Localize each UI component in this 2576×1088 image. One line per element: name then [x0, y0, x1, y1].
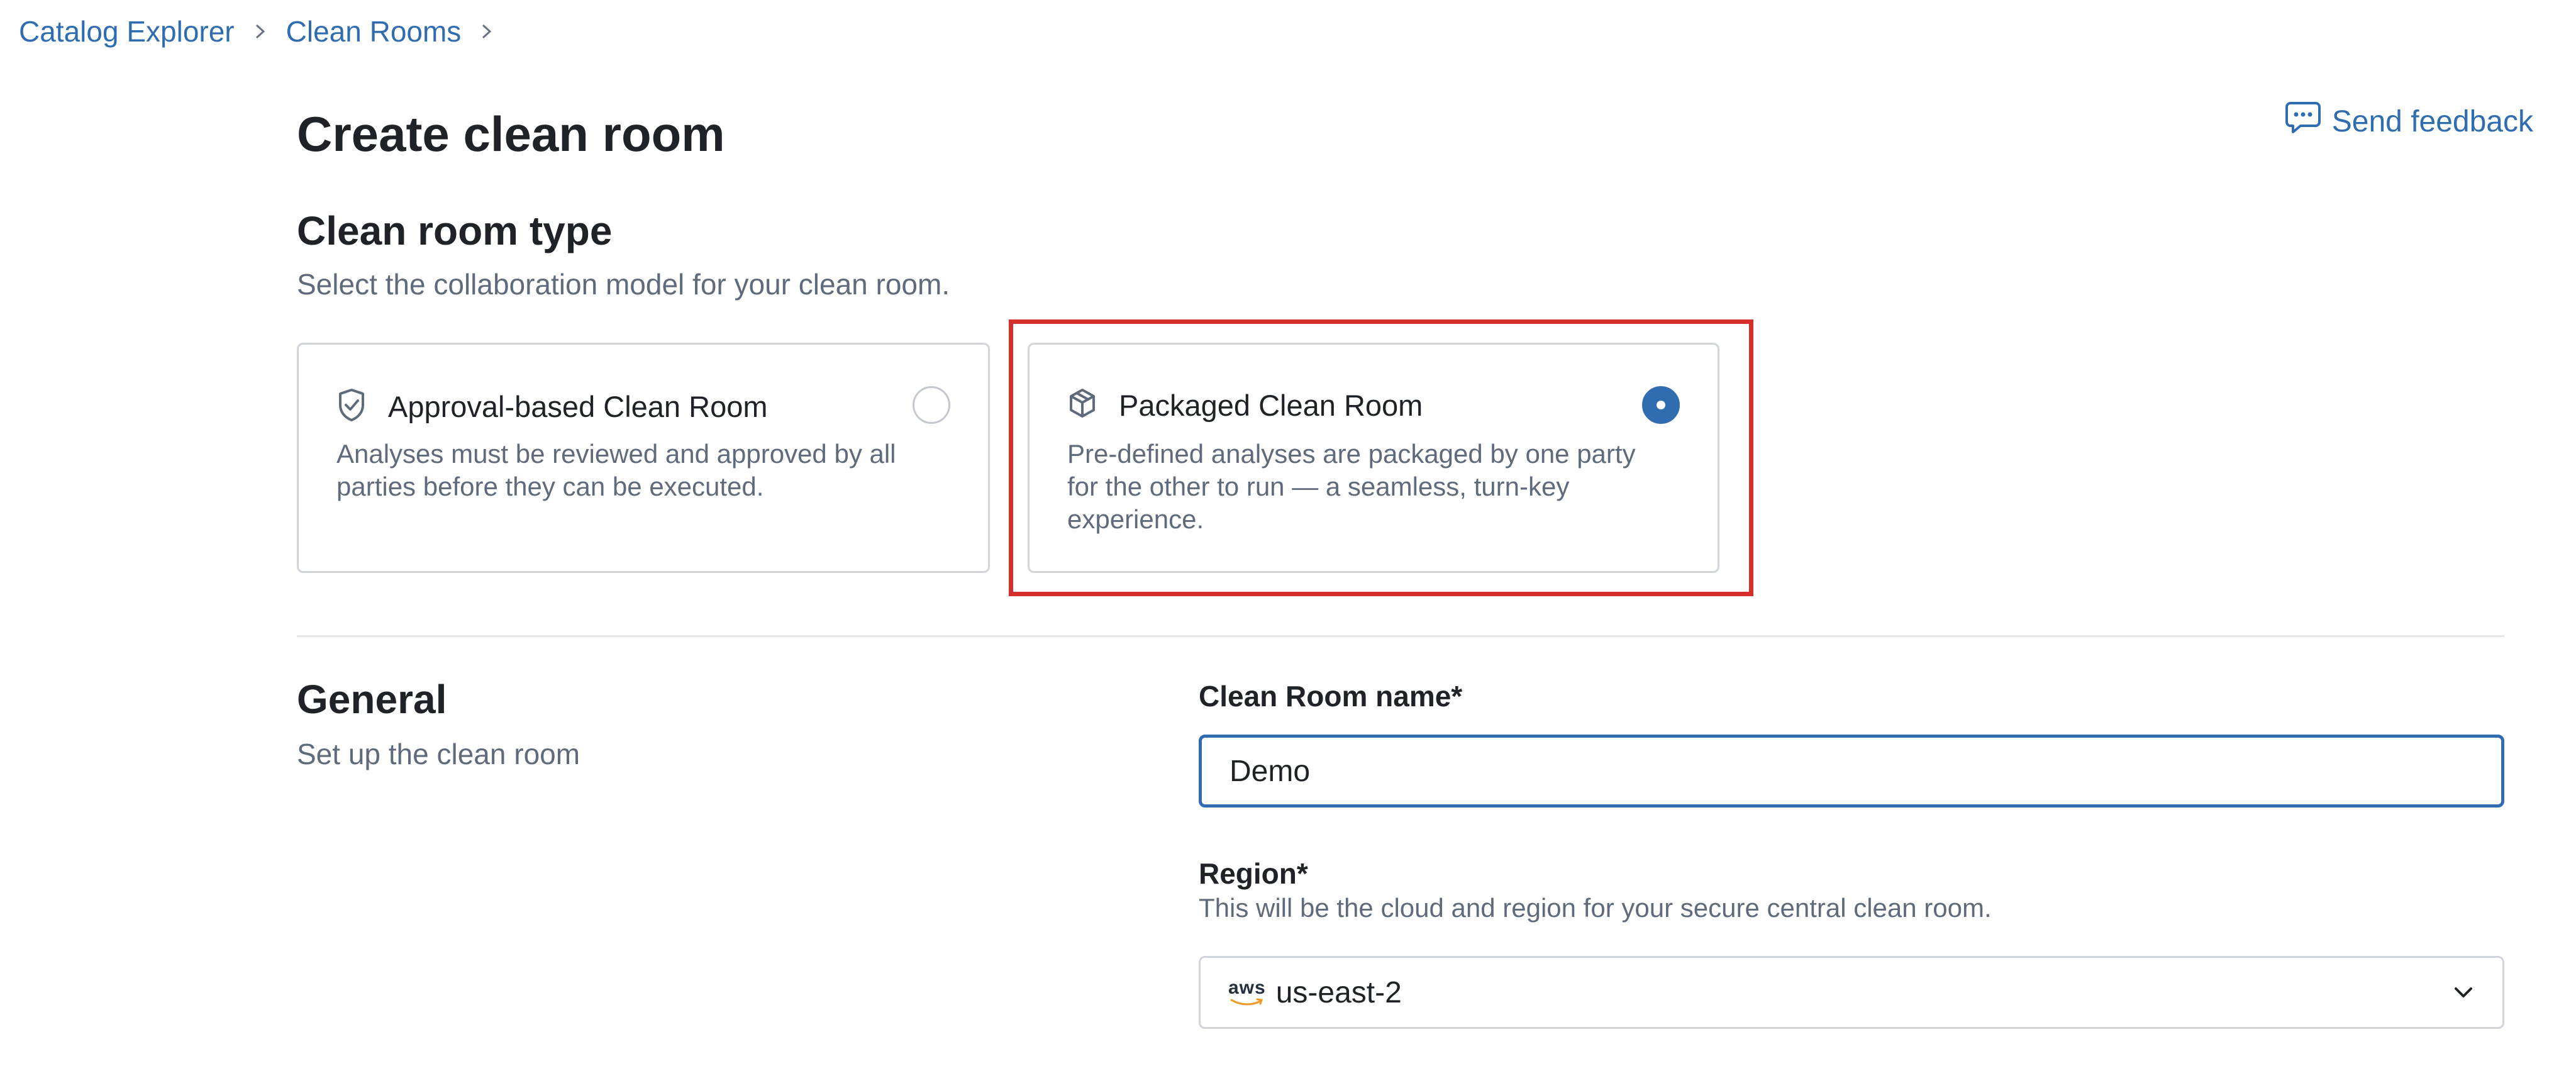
- chevron-down-icon: [2452, 985, 2475, 1000]
- packaged-radio[interactable]: [1642, 386, 1680, 424]
- packaged-option-description: Pre-defined analyses are packaged by one…: [1067, 439, 1636, 534]
- send-feedback-link[interactable]: Send feedback: [2284, 99, 2533, 143]
- approval-based-option-card[interactable]: Approval-based Clean Room Analyses must …: [297, 343, 990, 573]
- create-clean-room-page: Catalog Explorer Clean Rooms Send feedba…: [0, 0, 2576, 1088]
- chevron-right-icon: [480, 23, 494, 40]
- shield-check-icon: [336, 387, 367, 426]
- approval-based-radio[interactable]: [913, 386, 950, 424]
- region-select[interactable]: aws us-east-2: [1199, 956, 2504, 1029]
- chevron-right-icon: [253, 23, 267, 40]
- packaged-option-title: Packaged Clean Room: [1119, 389, 1423, 422]
- general-section-subtitle: Set up the clean room: [297, 738, 580, 770]
- breadcrumb-catalog-explorer[interactable]: Catalog Explorer: [19, 14, 235, 48]
- section-divider: [297, 635, 2504, 637]
- general-section-title: General: [297, 677, 447, 722]
- approval-based-option-title: Approval-based Clean Room: [388, 390, 768, 423]
- aws-logo-icon: aws: [1228, 979, 1266, 1006]
- package-icon: [1067, 387, 1097, 423]
- send-feedback-label: Send feedback: [2331, 104, 2533, 138]
- packaged-option-card[interactable]: Packaged Clean Room Pre-defined analyses…: [1028, 343, 1719, 573]
- region-label: Region*: [1199, 857, 1308, 890]
- clean-room-type-title: Clean room type: [297, 208, 613, 253]
- clean-room-name-label: Clean Room name*: [1199, 680, 1463, 713]
- chat-bubble-icon: [2284, 99, 2322, 143]
- region-help-text: This will be the cloud and region for yo…: [1199, 893, 1992, 923]
- page-title: Create clean room: [297, 106, 725, 162]
- clean-room-type-subtitle: Select the collaboration model for your …: [297, 268, 950, 301]
- breadcrumb: Catalog Explorer Clean Rooms: [19, 13, 513, 50]
- clean-room-name-input[interactable]: [1199, 735, 2504, 808]
- region-select-value: us-east-2: [1275, 975, 1402, 1009]
- breadcrumb-clean-rooms[interactable]: Clean Rooms: [286, 14, 462, 48]
- approval-based-option-description: Analyses must be reviewed and approved b…: [336, 439, 896, 501]
